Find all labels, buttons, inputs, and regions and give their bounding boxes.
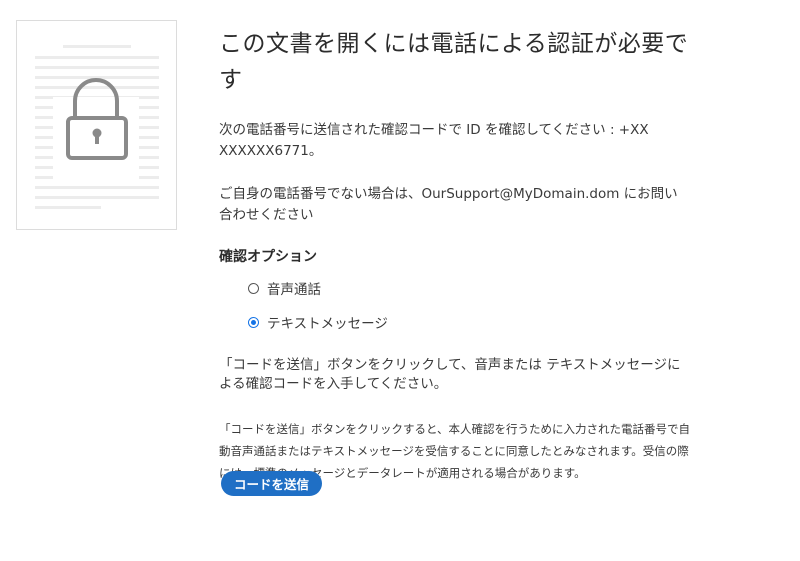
option-text-message-label: テキストメッセージ [267,316,388,332]
option-text-message[interactable]: テキストメッセージ [248,312,388,332]
voice-call-radio[interactable] [248,282,259,294]
phone-instruction: 次の電話番号に送信された確認コードで ID を確認してください : +XX XX… [219,122,649,159]
locked-document-icon [35,45,159,209]
option-voice-call-label: 音声通話 [267,282,321,298]
verification-options-heading: 確認オプション [219,249,317,265]
send-code-button[interactable]: コードを送信 [221,471,323,496]
option-voice-call[interactable]: 音声通話 [248,278,321,298]
locked-document-thumbnail [16,20,177,230]
send-code-hint: 「コードを送信」ボタンをクリックして、音声または テキストメッセージによる確認コ… [219,357,681,392]
page-title: この文書を開くには電話による認証が必要です [219,31,689,93]
support-note: ご自身の電話番号でない場合は、OurSupport@MyDomain.dom に… [219,186,678,223]
text-message-radio[interactable] [248,316,259,328]
verification-panel: この文書を開くには電話による認証が必要です 次の電話番号に送信された確認コードで… [219,26,699,496]
